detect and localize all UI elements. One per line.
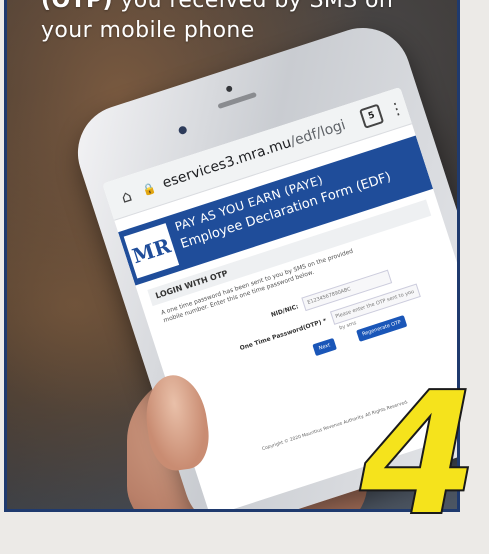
front-camera [177,125,188,136]
url-path: /edf/logi [288,117,348,151]
lock-icon: 🔒 [140,180,158,197]
nid-label: NID/NIC: [270,302,300,319]
regenerate-otp-button[interactable]: Regenerate OTP [356,315,408,342]
caption: (OTP) you received by SMS on your mobile… [41,0,441,46]
caption-line1: you received by SMS on [112,0,394,13]
menu-dots-icon[interactable]: ⋮ [386,97,407,120]
mra-logo: MR [123,223,180,279]
earpiece-speaker [217,91,257,110]
sensor-dot [225,85,233,93]
tabs-count-icon[interactable]: 5 [359,103,385,129]
step-number: 4 [359,356,479,554]
next-button[interactable]: Next [312,337,337,357]
caption-line2: your mobile phone [41,18,255,43]
home-icon[interactable]: ⌂ [115,184,138,208]
caption-bold: (OTP) [41,0,113,13]
